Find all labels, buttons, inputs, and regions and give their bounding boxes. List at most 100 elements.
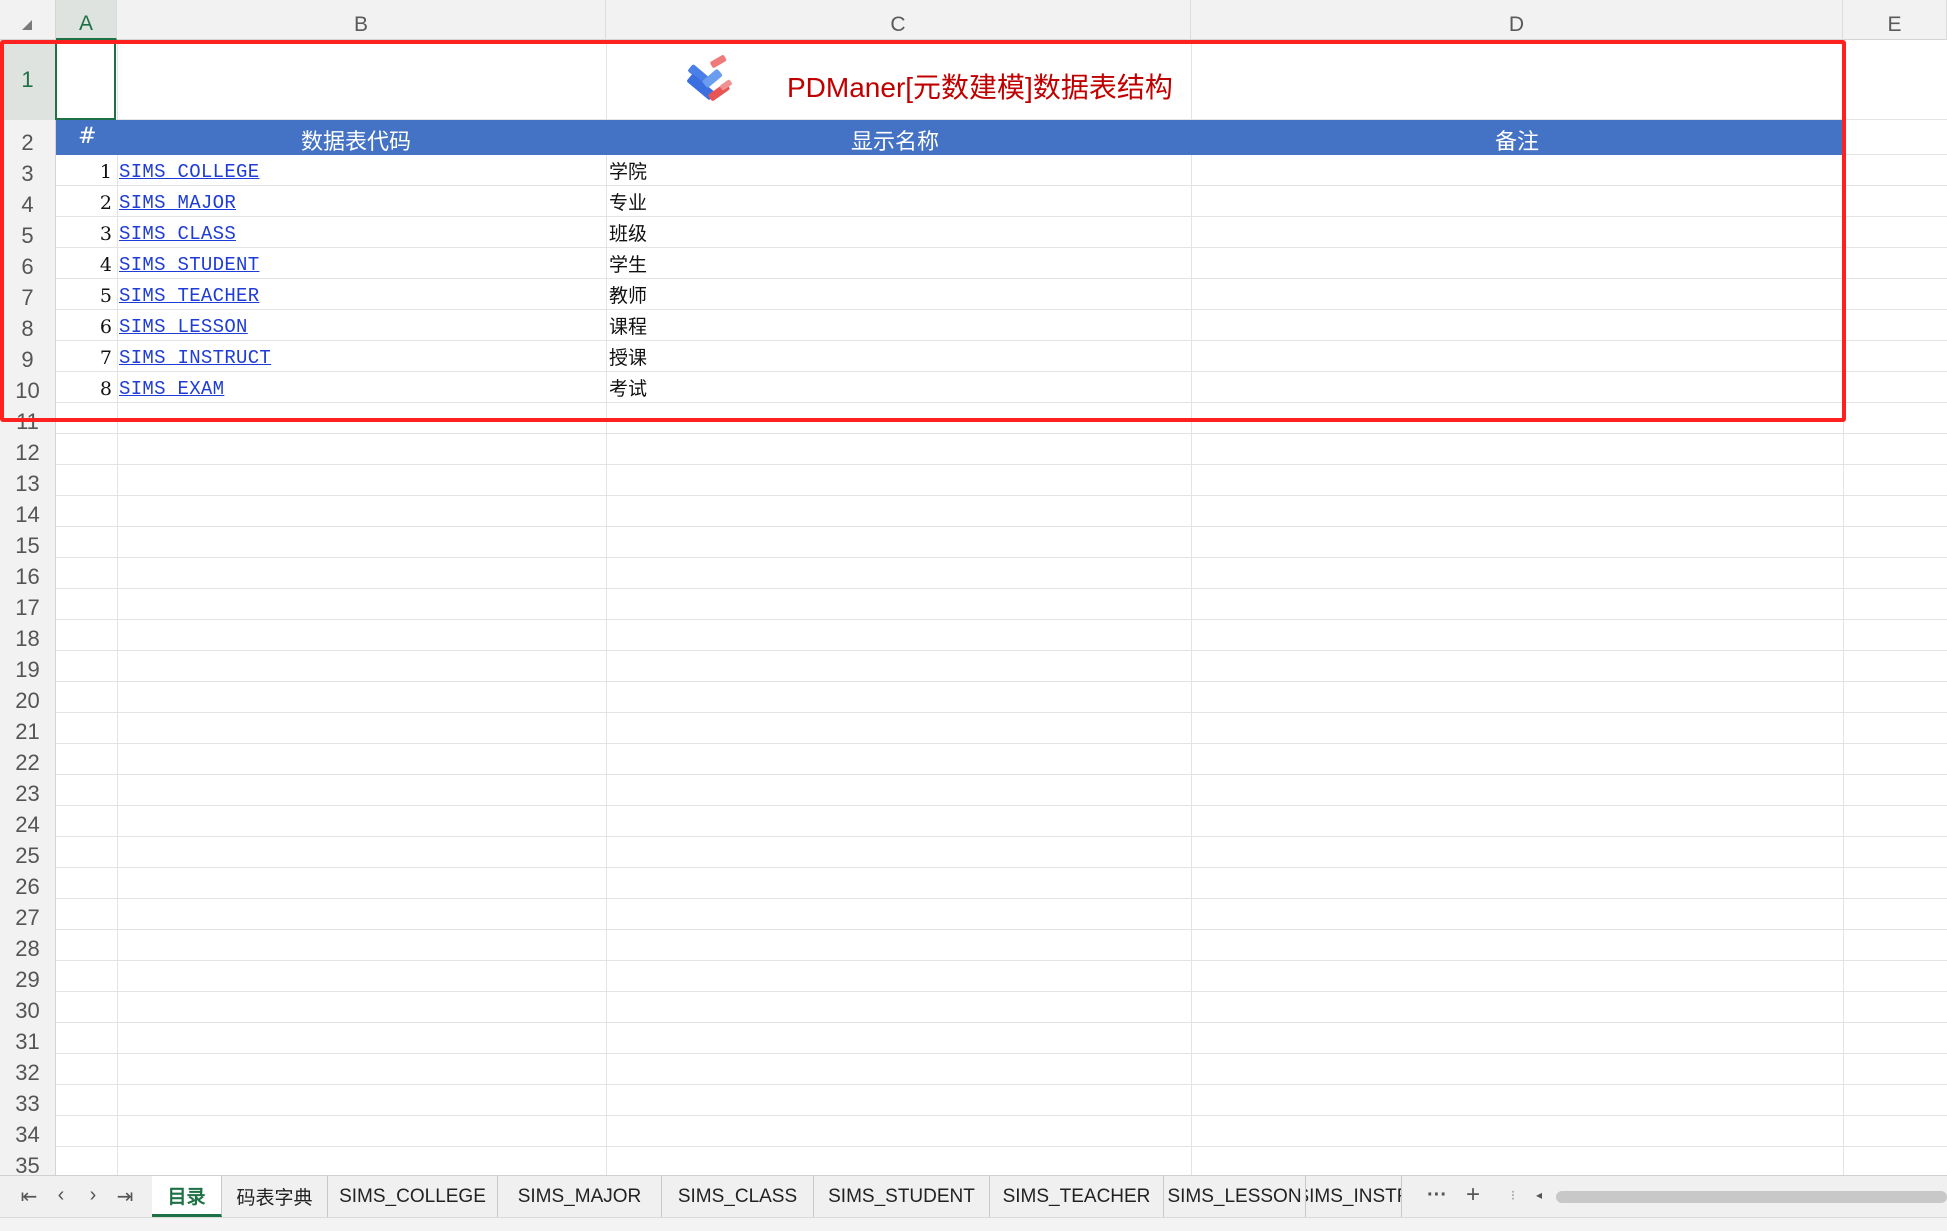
sheet-tab[interactable]: SIMS_INSTR	[1306, 1176, 1402, 1217]
row-header-32[interactable]: 32	[0, 1054, 56, 1085]
row-header-8[interactable]: 8	[0, 310, 56, 341]
column-header-e[interactable]: E	[1843, 0, 1947, 40]
display-name-cell[interactable]: 课程	[609, 318, 647, 337]
prev-sheet-button[interactable]: ‹	[48, 1184, 74, 1207]
sheet-tab[interactable]: SIMS_CLASS	[662, 1176, 814, 1217]
row-header-15[interactable]: 15	[0, 527, 56, 558]
sheet-tab[interactable]: SIMS_LESSON	[1164, 1176, 1306, 1217]
row-gridline	[56, 588, 1947, 589]
row-header-12[interactable]: 12	[0, 434, 56, 465]
more-sheets-button[interactable]: ···	[1424, 1184, 1450, 1207]
scroll-left-icon[interactable]: ◂	[1526, 1188, 1552, 1202]
row-header-1[interactable]: 1	[0, 40, 56, 120]
row-header-31[interactable]: 31	[0, 1023, 56, 1054]
display-name-cell[interactable]: 专业	[609, 194, 647, 213]
table-code-link[interactable]: SIMS_TEACHER	[119, 287, 259, 306]
row-header-20[interactable]: 20	[0, 682, 56, 713]
table-code-link[interactable]: SIMS_MAJOR	[119, 194, 236, 213]
select-all-corner[interactable]	[0, 0, 56, 40]
row-gridline	[56, 1146, 1947, 1147]
add-sheet-button[interactable]: +	[1460, 1181, 1486, 1209]
row-header-7[interactable]: 7	[0, 279, 56, 310]
display-name-cell[interactable]: 学生	[609, 256, 647, 275]
last-sheet-button[interactable]: ⇥	[112, 1184, 138, 1209]
row-gridline	[56, 371, 1947, 372]
header-table-code: 数据表代码	[301, 130, 412, 155]
display-name-cell[interactable]: 班级	[609, 225, 647, 244]
row-header-17[interactable]: 17	[0, 589, 56, 620]
row-header-9[interactable]: 9	[0, 341, 56, 372]
row-number-cell[interactable]: 2	[72, 194, 112, 213]
row-header-34[interactable]: 34	[0, 1116, 56, 1147]
table-code-link[interactable]: SIMS_CLASS	[119, 225, 236, 244]
row-number-cell[interactable]: 4	[72, 256, 112, 275]
row-gridline	[56, 557, 1947, 558]
sheet-tab[interactable]: SIMS_COLLEGE	[328, 1176, 498, 1217]
row-header-33[interactable]: 33	[0, 1085, 56, 1116]
row-header-28[interactable]: 28	[0, 930, 56, 961]
row-number-cell[interactable]: 6	[72, 318, 112, 337]
row-header-11[interactable]: 11	[0, 403, 56, 434]
row-header-21[interactable]: 21	[0, 713, 56, 744]
sheet-tab[interactable]: 码表字典	[222, 1176, 328, 1217]
table-code-link[interactable]: SIMS_INSTRUCT	[119, 349, 271, 368]
sheet-tab[interactable]: SIMS_TEACHER	[990, 1176, 1164, 1217]
tab-split-handle-icon[interactable]: ⁝	[1500, 1187, 1526, 1204]
row-gridline	[56, 960, 1947, 961]
display-name-cell[interactable]: 教师	[609, 287, 647, 306]
table-code-link[interactable]: SIMS_EXAM	[119, 380, 224, 399]
row-gridline	[56, 991, 1947, 992]
display-name-cell[interactable]: 考试	[609, 380, 647, 399]
horizontal-scrollbar[interactable]	[1556, 1191, 1947, 1203]
row-gridline	[56, 774, 1947, 775]
row-header-14[interactable]: 14	[0, 496, 56, 527]
active-cell-a1[interactable]	[55, 42, 116, 120]
table-header-row: # 数据表代码 显示名称 备注	[56, 120, 1843, 155]
sheet-tab[interactable]: 目录	[152, 1176, 222, 1217]
row-header-3[interactable]: 3	[0, 155, 56, 186]
table-code-link[interactable]: SIMS_LESSON	[119, 318, 248, 337]
spreadsheet-grid[interactable]: A B C D E 1 2 3 4 5 6 7 8 9 10 11 12 13 14 15 16 17 18 19 2…	[0, 0, 1947, 1175]
row-number-cell[interactable]: 8	[72, 380, 112, 399]
row-header-27[interactable]: 27	[0, 899, 56, 930]
row-header-29[interactable]: 29	[0, 961, 56, 992]
row-header-16[interactable]: 16	[0, 558, 56, 589]
column-header-b[interactable]: B	[117, 0, 606, 40]
row-header-26[interactable]: 26	[0, 868, 56, 899]
table-code-link[interactable]: SIMS_COLLEGE	[119, 163, 259, 182]
row-header-24[interactable]: 24	[0, 806, 56, 837]
row-header-10[interactable]: 10	[0, 372, 56, 403]
row-number-cell[interactable]: 1	[72, 163, 112, 182]
row-gridline	[56, 247, 1947, 248]
next-sheet-button[interactable]: ›	[80, 1184, 106, 1207]
row-header-25[interactable]: 25	[0, 837, 56, 868]
sheet-tab[interactable]: SIMS_STUDENT	[814, 1176, 990, 1217]
row-header-35[interactable]: 35	[0, 1147, 56, 1175]
row-header-18[interactable]: 18	[0, 620, 56, 651]
row-header-4[interactable]: 4	[0, 186, 56, 217]
row-gridline	[56, 1115, 1947, 1116]
display-name-cell[interactable]: 学院	[609, 163, 647, 182]
row-number-cell[interactable]: 3	[72, 225, 112, 244]
row-header-23[interactable]: 23	[0, 775, 56, 806]
column-header-c[interactable]: C	[606, 0, 1191, 40]
first-sheet-button[interactable]: ⇤	[16, 1184, 42, 1209]
column-header-a[interactable]: A	[56, 0, 117, 40]
row-header-6[interactable]: 6	[0, 248, 56, 279]
column-header-d[interactable]: D	[1191, 0, 1843, 40]
row-header-30[interactable]: 30	[0, 992, 56, 1023]
row-header-19[interactable]: 19	[0, 651, 56, 682]
row-number-cell[interactable]: 7	[72, 349, 112, 368]
row-header-5[interactable]: 5	[0, 217, 56, 248]
pdmaner-logo-icon	[687, 55, 732, 101]
row-gridline	[56, 805, 1947, 806]
row-gridline	[56, 1053, 1947, 1054]
row-gridline	[56, 898, 1947, 899]
row-header-13[interactable]: 13	[0, 465, 56, 496]
row-header-22[interactable]: 22	[0, 744, 56, 775]
row-header-2[interactable]: 2	[0, 120, 56, 155]
display-name-cell[interactable]: 授课	[609, 349, 647, 368]
row-number-cell[interactable]: 5	[72, 287, 112, 306]
table-code-link[interactable]: SIMS_STUDENT	[119, 256, 259, 275]
sheet-tab[interactable]: SIMS_MAJOR	[498, 1176, 662, 1217]
